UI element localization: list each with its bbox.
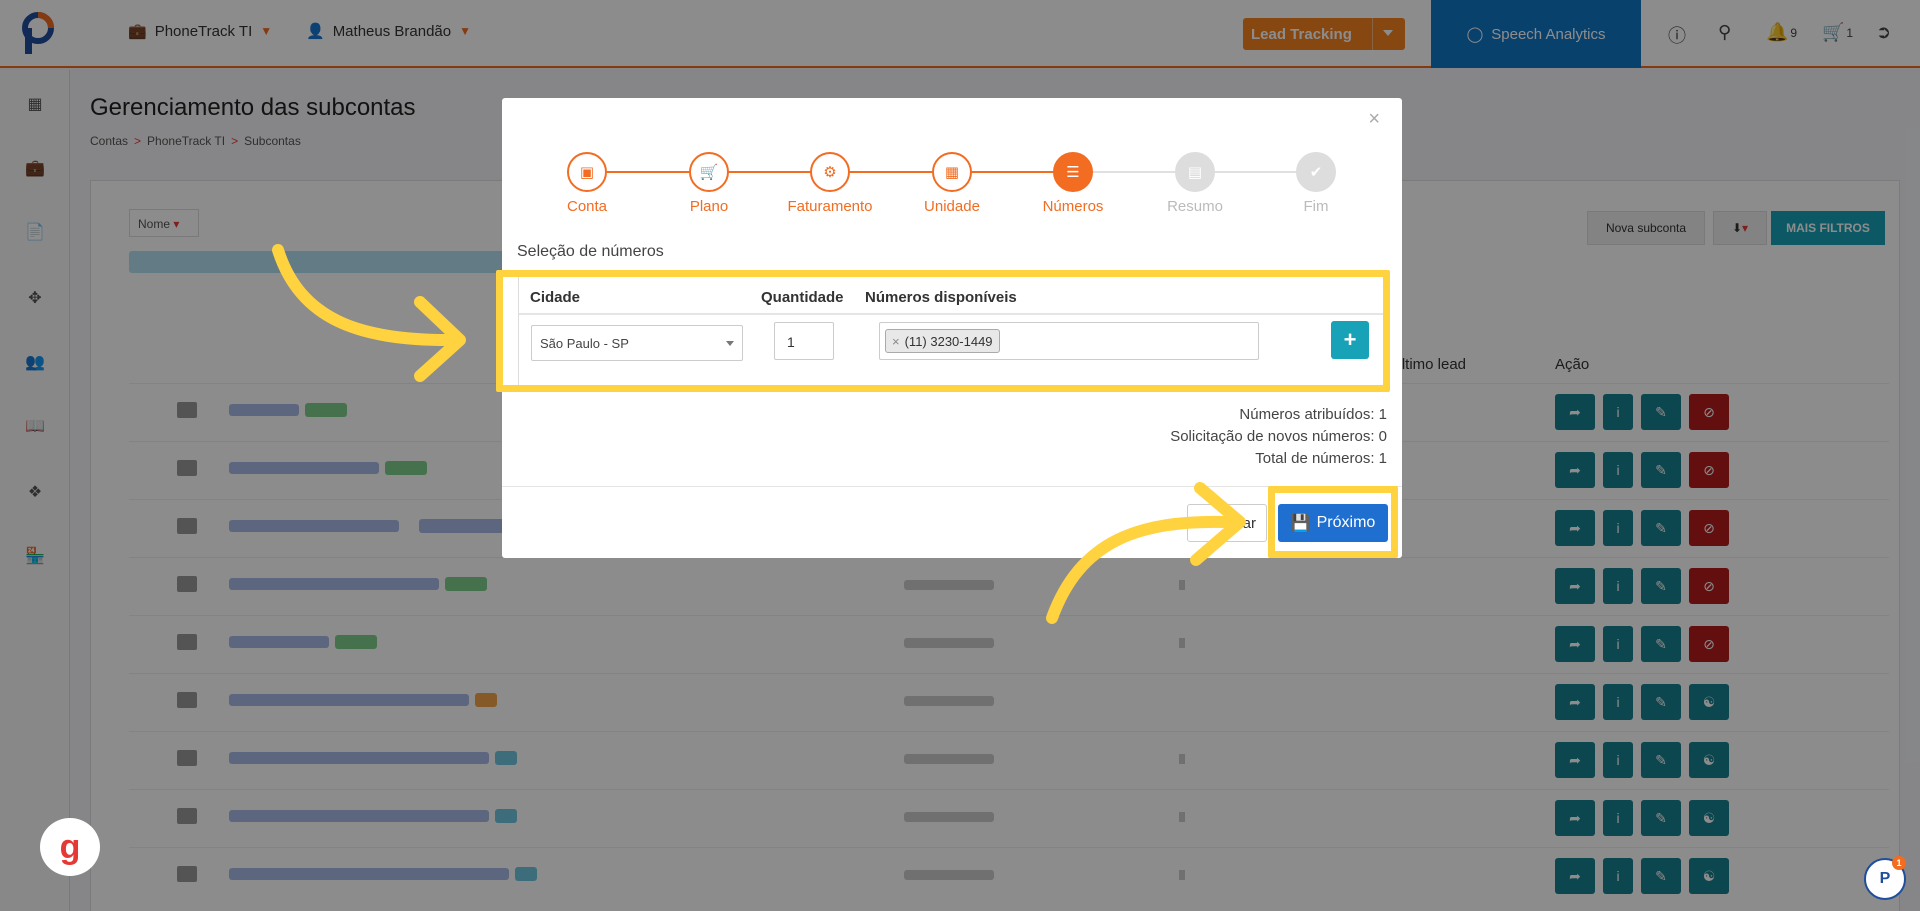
arrow-to-next (1046, 515, 1232, 624)
help-widget[interactable]: P1 (1864, 856, 1906, 900)
annotation-arrows (272, 244, 1246, 624)
guide-badge[interactable]: g (40, 818, 100, 876)
arrow-to-table (272, 244, 454, 346)
